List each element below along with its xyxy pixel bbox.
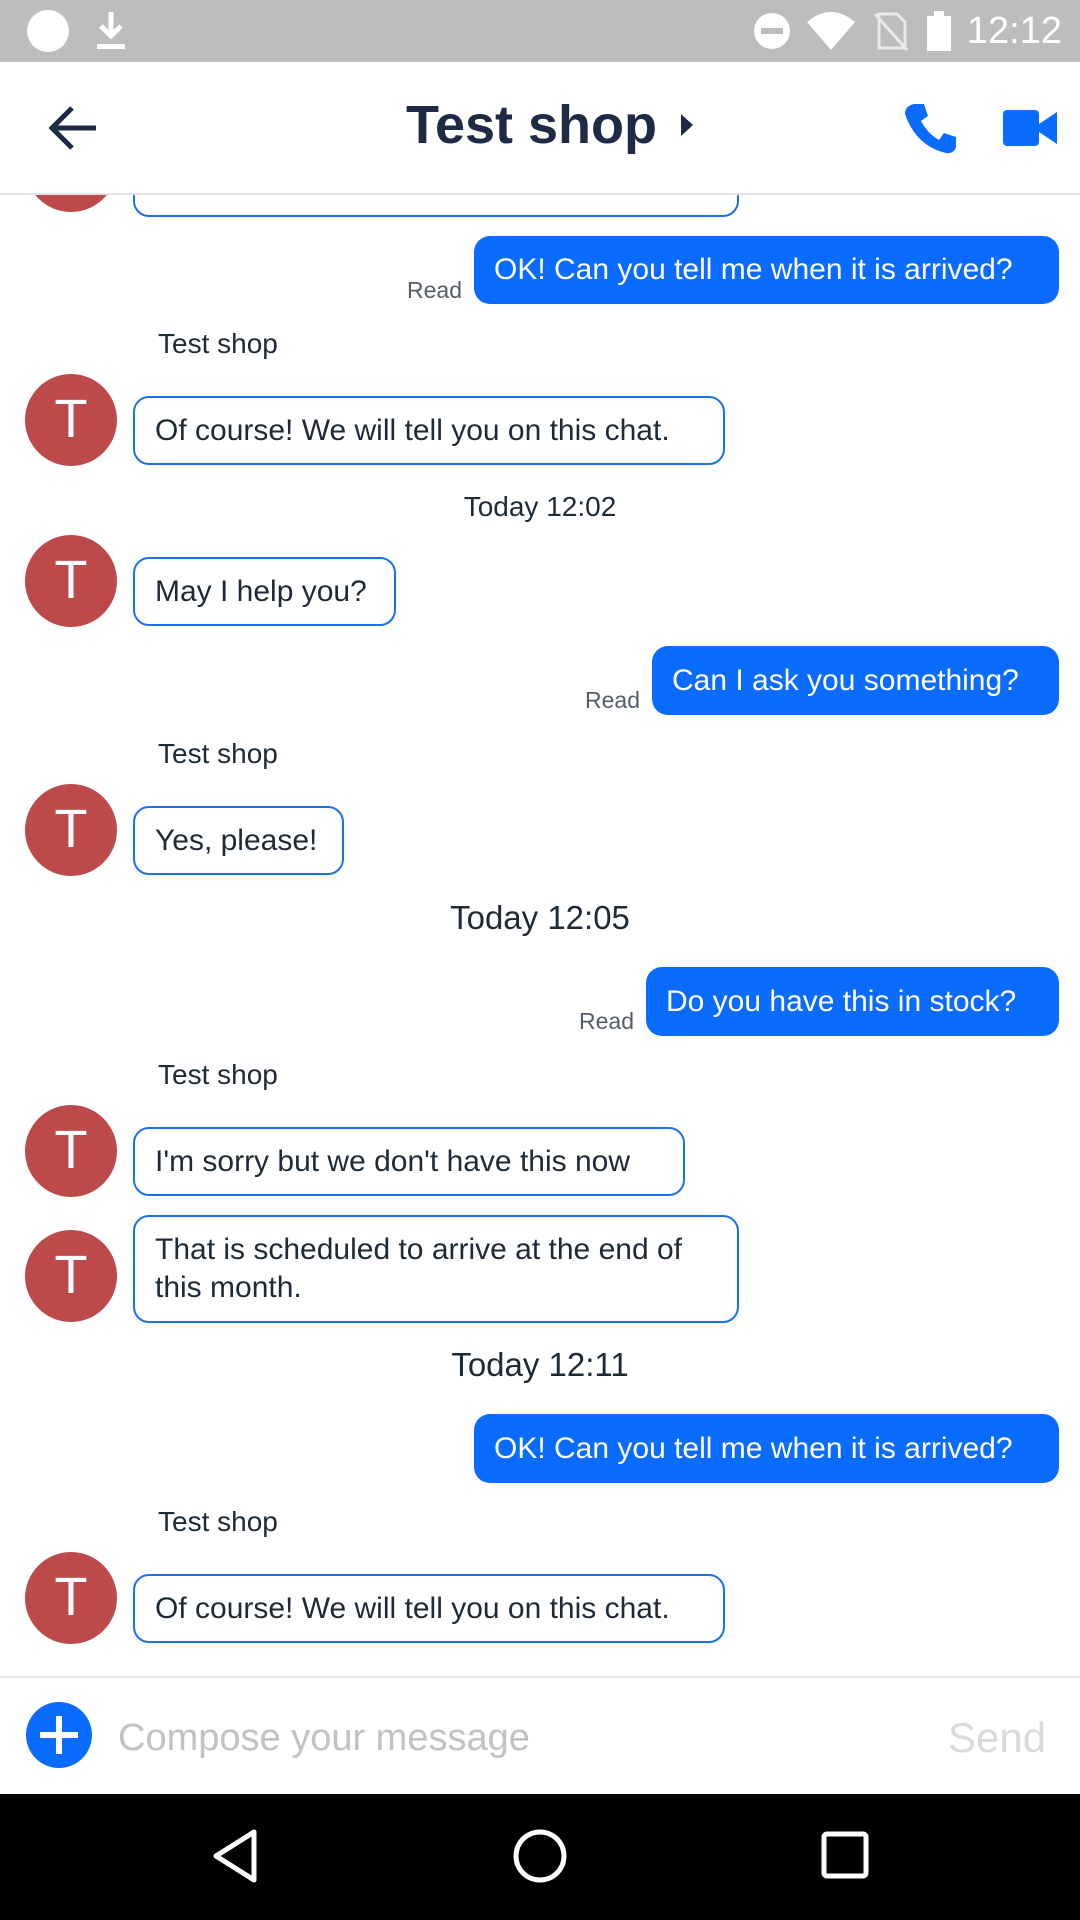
- back-arrow-icon[interactable]: [44, 102, 100, 154]
- timestamp-divider: Today 12:05: [450, 899, 630, 936]
- incoming-message[interactable]: That is scheduled to arrive at the end o…: [133, 1215, 739, 1323]
- compose-bar: Send: [0, 1676, 1080, 1796]
- battery-icon: [926, 11, 951, 51]
- caret-right-icon: [681, 114, 694, 136]
- send-button[interactable]: Send: [948, 1714, 1046, 1762]
- outgoing-message[interactable]: Do you have this in stock?: [646, 967, 1059, 1036]
- add-attachment-button[interactable]: [26, 1702, 92, 1768]
- phone-icon[interactable]: [902, 100, 958, 156]
- avatar: T: [25, 1230, 117, 1322]
- wifi-icon: [806, 12, 855, 50]
- incoming-message[interactable]: Of course! We will tell you on this chat…: [133, 396, 725, 465]
- timestamp-divider: Today 12:02: [463, 491, 617, 522]
- timestamp-divider: Today 12:11: [451, 1346, 629, 1383]
- chat-title-button[interactable]: Test shop: [406, 94, 695, 156]
- no-sim-icon: [873, 12, 909, 51]
- sender-name: Test shop: [158, 738, 278, 769]
- outgoing-message[interactable]: Can I ask you something?: [652, 646, 1059, 715]
- notification-dot-icon: [27, 10, 69, 52]
- avatar: T: [25, 1552, 117, 1644]
- avatar: T: [25, 374, 117, 466]
- avatar: T: [25, 195, 117, 212]
- avatar: T: [25, 1105, 117, 1197]
- status-time: 12:12: [966, 9, 1062, 52]
- avatar: T: [25, 784, 117, 876]
- incoming-message[interactable]: [133, 195, 739, 217]
- nav-home-icon[interactable]: [512, 1828, 568, 1884]
- status-bar: 12:12: [0, 0, 1080, 62]
- outgoing-message[interactable]: OK! Can you tell me when it is arrived?: [474, 1414, 1059, 1483]
- sender-name: Test shop: [158, 1506, 278, 1537]
- sender-name: Test shop: [158, 328, 278, 359]
- outgoing-message[interactable]: OK! Can you tell me when it is arrived?: [474, 236, 1059, 304]
- sender-name: Test shop: [158, 1059, 278, 1090]
- message-list[interactable]: T Read OK! Can you tell me when it is ar…: [0, 195, 1080, 1675]
- incoming-message[interactable]: Yes, please!: [133, 806, 344, 875]
- status-icons: 12:12: [753, 0, 1062, 62]
- nav-back-icon[interactable]: [210, 1828, 260, 1884]
- message-input[interactable]: [116, 1706, 920, 1770]
- avatar: T: [25, 535, 117, 627]
- download-icon: [97, 12, 125, 49]
- incoming-message[interactable]: I'm sorry but we don't have this now: [133, 1127, 685, 1196]
- read-receipt: Read: [407, 277, 462, 303]
- plus-icon: [40, 1716, 78, 1754]
- read-receipt: Read: [585, 687, 640, 713]
- read-receipt: Read: [579, 1008, 634, 1034]
- incoming-message[interactable]: Of course! We will tell you on this chat…: [133, 1574, 725, 1643]
- video-icon[interactable]: [1003, 108, 1057, 148]
- page-title: Test shop: [406, 95, 658, 155]
- nav-recents-icon[interactable]: [820, 1830, 870, 1880]
- dnd-icon: [753, 13, 790, 49]
- chat-header: Test shop: [0, 62, 1080, 195]
- system-nav-bar: [0, 1794, 1080, 1920]
- incoming-message[interactable]: May I help you?: [133, 557, 396, 626]
